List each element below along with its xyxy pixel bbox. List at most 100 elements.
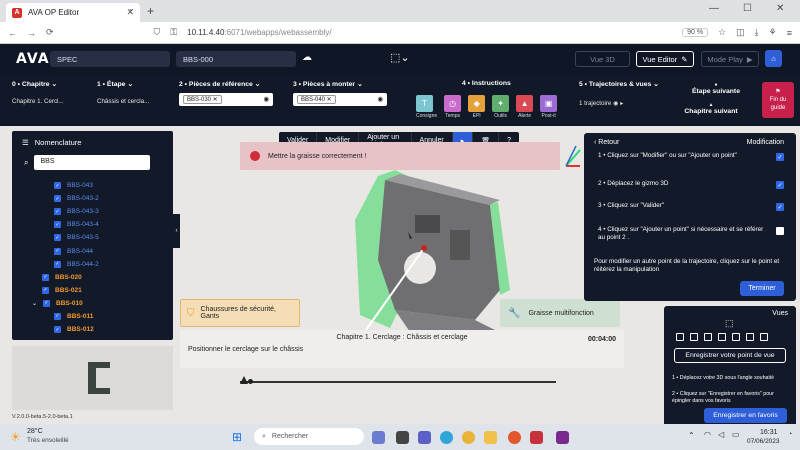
tree-item[interactable]: ✓ BBS-043-2	[12, 192, 173, 205]
assembly-field[interactable]: BBS-000	[176, 51, 296, 67]
home-button[interactable]: ⌂	[765, 50, 782, 67]
tab-list-icon[interactable]: ⌄	[128, 4, 135, 13]
reload-icon[interactable]: ⟳	[46, 27, 54, 38]
checkbox[interactable]: ✓	[54, 234, 61, 242]
tree-item[interactable]: ✓ BBS-043	[12, 179, 173, 192]
chapitre-suivant-button[interactable]: ▴ Chapitre suivant	[680, 102, 742, 115]
task-view-icon[interactable]	[396, 431, 409, 444]
tree-item[interactable]: ✓ BBS-043-3	[12, 205, 173, 218]
instruction-0[interactable]: T Consigne	[416, 95, 437, 119]
chapitre-section[interactable]: 0 • Chapitre ⌄ Chapitre 1. Cercl...	[12, 80, 64, 105]
tree-item[interactable]: ✓ BBS-043-5	[12, 231, 173, 244]
view-front-icon[interactable]	[676, 333, 684, 341]
view-cube-icon[interactable]: ⬚	[725, 318, 734, 329]
next-arrow-icon[interactable]: ▸	[620, 100, 623, 107]
eye-icon[interactable]: ◉	[613, 100, 618, 107]
lock-icon[interactable]: ⚿	[170, 27, 177, 38]
battery-icon[interactable]: ▭	[732, 430, 740, 439]
step-checkbox[interactable]: ✓	[776, 181, 784, 189]
view-back-icon[interactable]	[690, 333, 698, 341]
view-iso-icon[interactable]	[760, 333, 768, 341]
eye-icon[interactable]: ◉	[378, 96, 384, 103]
chevron-down-icon[interactable]: ⌄	[32, 300, 37, 307]
tree-item[interactable]: ✓ BBS-021	[12, 284, 173, 297]
tree-item[interactable]: ✓ BBS-020	[12, 271, 173, 284]
forward-icon[interactable]: →	[27, 28, 36, 38]
widgets-icon[interactable]	[372, 431, 385, 444]
menu-icon[interactable]: ≡	[787, 28, 792, 38]
maximize-icon[interactable]: ☐	[743, 3, 752, 14]
timeline-track[interactable]	[240, 381, 556, 383]
step-checkbox[interactable]: ✓	[776, 153, 784, 161]
close-window-icon[interactable]: ✕	[776, 3, 784, 14]
timeline-cursor[interactable]	[248, 379, 253, 384]
browser-tab[interactable]: A AVA OP Editor ✕	[6, 3, 140, 22]
step-checkbox[interactable]	[776, 227, 784, 235]
chip-reference[interactable]: BBS-030 ✕	[183, 95, 222, 104]
new-tab-icon[interactable]: +	[147, 4, 154, 18]
view-left-icon[interactable]	[704, 333, 712, 341]
checkbox[interactable]: ✓	[54, 221, 61, 229]
checkbox[interactable]: ✓	[54, 195, 61, 203]
url-field[interactable]: 10.11.4.40:6071/webapps/webassembly/	[187, 28, 672, 37]
project-field[interactable]: SPEC	[50, 51, 170, 67]
trajectoires-section[interactable]: 5 • Trajectoires & vues ⌄ 1 trajectoire …	[579, 80, 659, 107]
view-bottom-icon[interactable]	[746, 333, 754, 341]
downloads-icon[interactable]: ⤓	[755, 27, 759, 38]
wifi-icon[interactable]: ◠	[704, 430, 711, 439]
chevron-up-icon[interactable]: ⌃	[688, 431, 695, 440]
tree-item[interactable]: ⌄ ✓ BBS-010	[12, 297, 173, 310]
menu-icon[interactable]: ☰	[22, 138, 29, 147]
mode-play-button[interactable]: Mode Play ▶	[701, 51, 759, 67]
chrome-icon[interactable]	[462, 431, 475, 444]
checkbox[interactable]: ✓	[54, 208, 61, 216]
vue-editor-button[interactable]: Vue Editor ✎	[636, 51, 694, 67]
checkbox[interactable]: ✓	[54, 247, 61, 255]
notifications-icon[interactable]: ◔	[788, 431, 792, 438]
cloud-icon[interactable]: ☁	[302, 52, 312, 63]
back-icon[interactable]: ←	[8, 28, 17, 38]
save-favorite-button[interactable]: Enregistrer en favoris	[704, 408, 787, 423]
vue-3d-button[interactable]: Vue 3D	[575, 51, 630, 67]
view-cube-icon[interactable]: ⬚⌄	[390, 51, 410, 64]
pieces-reference-select[interactable]: BBS-030 ✕ ◉	[179, 93, 273, 106]
step-checkbox[interactable]: ✓	[776, 203, 784, 211]
firefox-icon[interactable]	[508, 431, 521, 444]
zoom-level[interactable]: 90 %	[682, 28, 709, 37]
teams-icon[interactable]	[418, 431, 431, 444]
eye-icon[interactable]: ◉	[264, 96, 270, 103]
tree-item[interactable]: ✓ BBS-044-2	[12, 258, 173, 271]
view-right-icon[interactable]	[718, 333, 726, 341]
axis-gizmo-icon[interactable]	[562, 142, 584, 170]
instruction-1[interactable]: ◷ Temps	[444, 95, 462, 119]
etape-section[interactable]: 1 • Étape ⌄ Châssis et cercla...	[97, 80, 149, 105]
collapse-panel-handle[interactable]: ‹	[173, 214, 180, 248]
back-button[interactable]: ‹ Retour	[594, 139, 619, 146]
instruction-5[interactable]: ▣ Post-it	[540, 95, 558, 119]
checkbox[interactable]: ✓	[54, 326, 61, 334]
app-icon-2[interactable]	[556, 431, 569, 444]
instruction-4[interactable]: ▲ Alerte	[516, 95, 534, 119]
etape-suivante-button[interactable]: ● Étape suivante	[685, 82, 747, 95]
timeline-start-marker-icon[interactable]	[240, 376, 248, 384]
checkbox[interactable]: ✓	[54, 182, 61, 190]
chip-monter[interactable]: BBS-040 ✕	[297, 95, 336, 104]
terminer-button[interactable]: Terminer	[740, 281, 784, 296]
tree-item[interactable]: ✓ BBS-043-4	[12, 218, 173, 231]
checkbox[interactable]: ✓	[42, 273, 49, 281]
checkbox[interactable]: ✓	[54, 312, 61, 320]
instruction-2[interactable]: ◆ EPI	[468, 95, 486, 119]
app-icon[interactable]	[530, 431, 543, 444]
save-view-button[interactable]: Enregistrer votre point de vue	[674, 348, 786, 363]
nomenclature-search-input[interactable]: BBS	[34, 155, 151, 170]
pieces-monter-select[interactable]: BBS-040 ✕ ◉	[293, 93, 387, 106]
checkbox[interactable]: ✓	[54, 260, 61, 268]
speaker-icon[interactable]: ◁	[718, 430, 724, 439]
tree-item[interactable]: ✓ BBS-011	[12, 310, 173, 323]
pocket-icon[interactable]: ◫	[736, 27, 745, 38]
fin-du-guide-button[interactable]: ⚑ Fin du guide	[762, 82, 794, 118]
windows-start-icon[interactable]: ⊞	[232, 430, 242, 444]
tree-item[interactable]: ✓ BBS-012	[12, 323, 173, 336]
view-top-icon[interactable]	[732, 333, 740, 341]
checkbox[interactable]: ✓	[43, 299, 51, 307]
